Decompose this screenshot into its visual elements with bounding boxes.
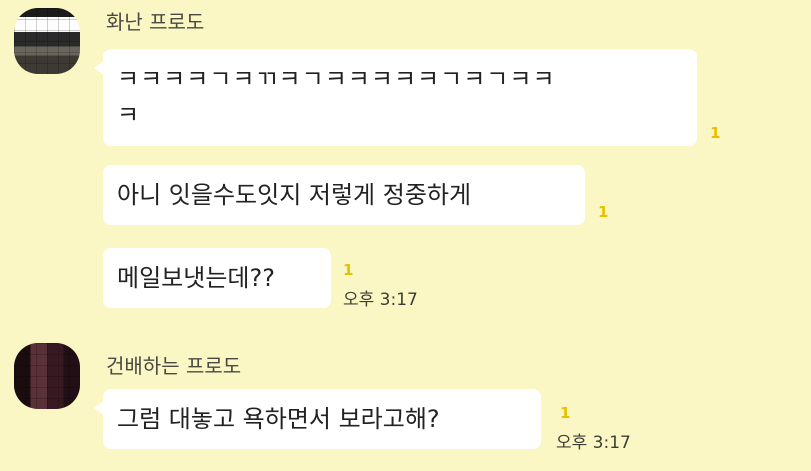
message-text-line: ㅋㅋㅋㅋㄱㅋㄲㅋㄱㅋㅋㅋㅋㅋㄱㅋㄱㅋㅋ bbox=[117, 65, 556, 93]
message-timestamp: 오후 3:17 bbox=[343, 290, 418, 310]
message-bubble[interactable]: 메일보냇는데?? bbox=[103, 248, 331, 308]
message-text: 아니 잇을수도잇지 저렇게 정중하게 bbox=[117, 181, 472, 209]
avatar-mosaic bbox=[14, 343, 80, 409]
unread-count: 1 bbox=[343, 261, 354, 279]
message-text-line: ㅋ bbox=[117, 101, 141, 129]
message-bubble[interactable]: 그럼 대놓고 욕하면서 보라고해? bbox=[94, 389, 541, 449]
message-bubble[interactable]: 아니 잇을수도잇지 저렇게 정중하게 bbox=[103, 165, 585, 225]
sender-avatar[interactable] bbox=[14, 8, 80, 74]
avatar-mosaic bbox=[14, 8, 80, 74]
unread-count: 1 bbox=[560, 404, 571, 422]
sender-avatar[interactable] bbox=[14, 343, 80, 409]
unread-count: 1 bbox=[710, 124, 721, 142]
message-timestamp: 오후 3:17 bbox=[556, 433, 631, 453]
message-bubble[interactable]: ㅋㅋㅋㅋㄱㅋㄲㅋㄱㅋㅋㅋㅋㅋㄱㅋㄱㅋㅋ ㅋ bbox=[94, 49, 697, 146]
unread-count: 1 bbox=[598, 203, 609, 221]
message-text: 메일보냇는데?? bbox=[117, 264, 275, 292]
message-text: 그럼 대놓고 욕하면서 보라고해? bbox=[117, 405, 440, 433]
sender-name: 화난 프로도 bbox=[106, 10, 205, 34]
sender-name: 건배하는 프로도 bbox=[106, 354, 242, 378]
